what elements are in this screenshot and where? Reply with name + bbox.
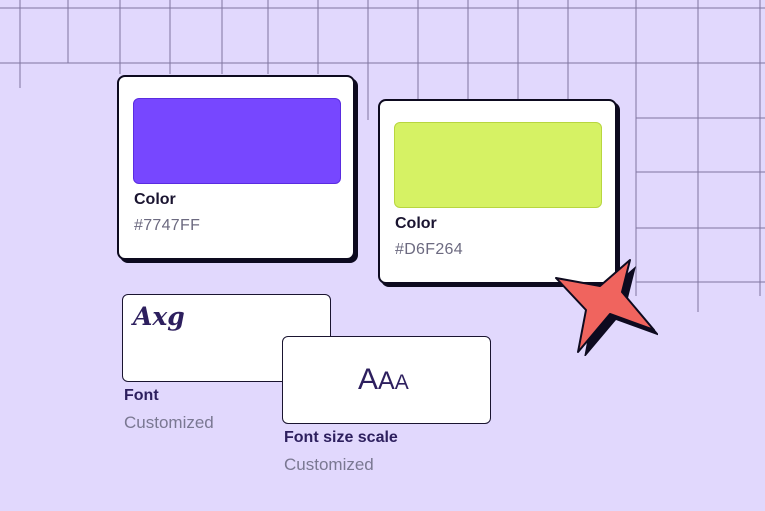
sparkle-star-icon [555,259,658,356]
font-sample-text: Axg [133,302,185,331]
font-size-scale-subtitle: Customized [284,455,374,474]
color-card-title: Color [395,215,437,232]
font-size-small: A [394,371,409,394]
color-swatch-lime [394,122,602,208]
font-size-large: A [358,363,379,396]
color-hex-value: #D6F264 [395,241,463,258]
color-hex-value: #7747FF [134,217,201,234]
font-title: Font [124,387,159,404]
color-card-purple[interactable]: Color #7747FF [117,75,355,260]
color-card-title: Color [134,191,176,208]
font-size-scale-title: Font size scale [284,429,398,446]
font-subtitle: Customized [124,413,214,432]
font-size-scale-card[interactable]: AAA [282,336,491,424]
font-size-medium: A [378,367,395,395]
color-swatch-purple [133,98,341,184]
font-size-sample: AAA [358,363,409,397]
